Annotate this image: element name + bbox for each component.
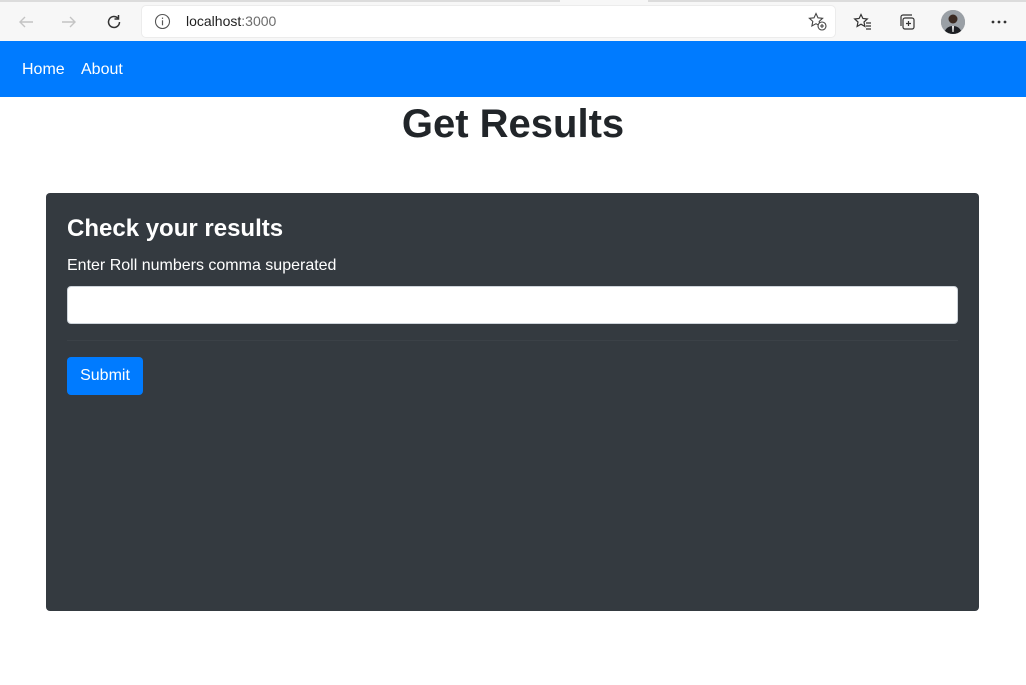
page-title: Get Results	[401, 102, 625, 146]
top-navbar: Home About	[0, 41, 1026, 97]
profile-avatar[interactable]	[941, 10, 965, 34]
card-title: Check your results	[67, 215, 284, 242]
back-arrow-icon[interactable]	[8, 2, 44, 41]
url-port: :3000	[241, 13, 277, 29]
roll-numbers-label: Enter Roll numbers comma superated	[67, 257, 337, 274]
add-favorite-icon[interactable]	[807, 11, 827, 31]
collections-icon[interactable]	[889, 2, 925, 41]
url-text[interactable]: localhost:3000	[186, 6, 276, 37]
submit-button[interactable]: Submit	[67, 357, 143, 395]
address-bar[interactable]: localhost:3000	[142, 6, 835, 37]
favorites-icon[interactable]	[845, 2, 881, 41]
nav-link-about[interactable]: About	[81, 41, 123, 97]
url-host: localhost	[186, 13, 242, 29]
more-options-icon[interactable]	[981, 2, 1017, 41]
forward-arrow-icon[interactable]	[51, 2, 87, 41]
results-card: Check your results Enter Roll numbers co…	[46, 193, 979, 611]
nav-link-home[interactable]: Home	[22, 41, 65, 97]
refresh-icon[interactable]	[96, 2, 132, 41]
site-info-icon[interactable]	[154, 13, 171, 30]
browser-toolbar: localhost:3000	[0, 2, 1026, 41]
roll-numbers-input[interactable]	[67, 286, 958, 324]
form-divider	[67, 340, 958, 341]
